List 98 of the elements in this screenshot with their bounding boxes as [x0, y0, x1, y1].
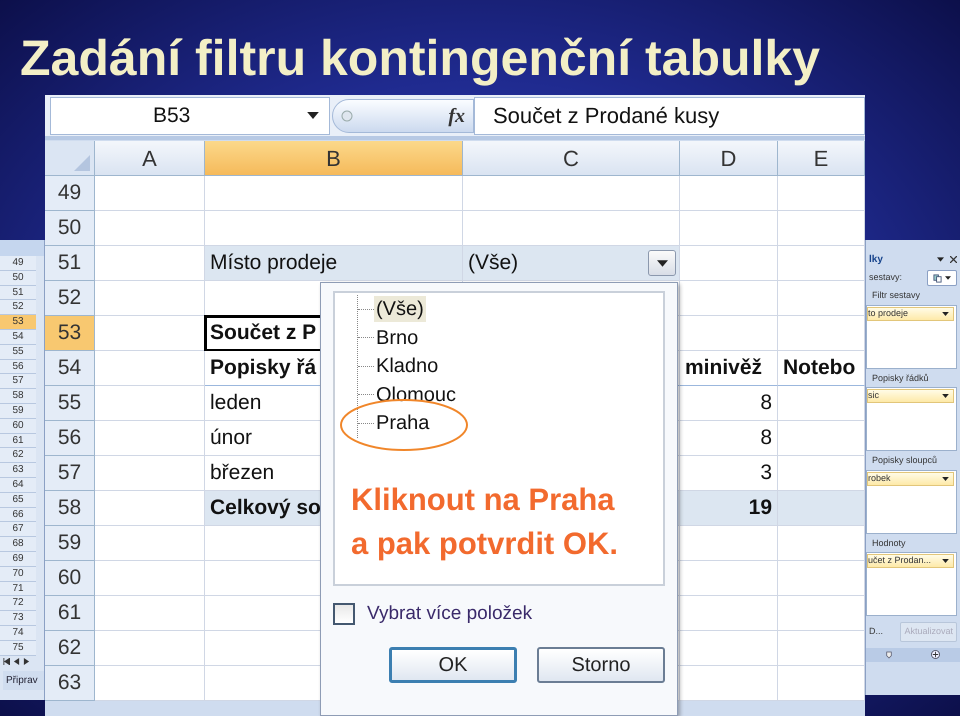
defer-label: D...	[869, 625, 884, 638]
row-number: 52	[0, 300, 36, 316]
previous-sheet-icon[interactable]	[13, 658, 20, 665]
table-cell: Notebo	[778, 351, 865, 386]
checkbox[interactable]	[333, 603, 355, 626]
caret-icon	[945, 276, 951, 280]
field-dropdown[interactable]: robek	[867, 472, 954, 486]
row-number: 72	[0, 596, 36, 612]
row-number: 56	[45, 421, 95, 456]
row-number: 53	[0, 315, 36, 330]
row-number: 58	[0, 389, 36, 404]
zoom-slider-icon[interactable]	[886, 650, 892, 658]
area-label: Popisky řádků	[871, 372, 930, 385]
row-number: 53	[45, 316, 95, 351]
insert-function-button[interactable]: fx	[448, 100, 465, 130]
row-number: 73	[0, 611, 36, 626]
next-sheet-icon[interactable]	[23, 658, 30, 665]
filter-list-item[interactable]: Brno	[374, 324, 420, 351]
area-label: Filtr sestavy	[871, 289, 922, 302]
row-number: 75	[0, 640, 36, 656]
row-number: 55	[0, 344, 36, 360]
caret-icon	[942, 476, 949, 480]
field-dropdown[interactable]: učet z Prodan...	[867, 554, 954, 568]
row-number: 62	[45, 631, 95, 666]
filter-list-item[interactable]: Kladno	[374, 353, 440, 380]
filter-list-item[interactable]: (Vše)	[374, 296, 426, 322]
area-label: Popisky sloupců	[871, 454, 938, 467]
sheet-tab[interactable]: Připrav	[3, 670, 44, 690]
filter-dropdown-button[interactable]	[648, 250, 676, 276]
caret-icon	[942, 394, 949, 398]
table-cell: 3	[680, 456, 778, 491]
table-cell: 8	[680, 421, 778, 456]
panel-title: lky	[869, 252, 883, 266]
row-number: 49	[45, 176, 95, 211]
checkbox-label: Vybrat více položek	[367, 602, 532, 626]
row-number: 69	[0, 552, 36, 567]
dialog-button[interactable]: Storno	[537, 646, 665, 682]
row-number: 74	[0, 626, 36, 641]
table-cell: Místo prodeje	[205, 246, 463, 281]
row-number: 50	[45, 211, 95, 246]
row-number: 57	[0, 374, 36, 390]
layout-label: sestavy:	[869, 271, 902, 284]
row-number: 49	[0, 256, 36, 271]
column-header-strip	[0, 240, 44, 256]
dialog-button[interactable]: OK	[389, 646, 517, 682]
table-cell: 19	[680, 491, 778, 526]
row-number: 60	[45, 561, 95, 596]
column-header[interactable]: D	[680, 141, 778, 176]
area-label: Hodnoty	[871, 536, 907, 550]
column-header[interactable]: E	[778, 141, 865, 176]
row-number: 70	[0, 566, 36, 582]
row-number: 66	[0, 508, 36, 522]
row-number: 59	[0, 404, 36, 419]
table-cell: minivěž	[680, 351, 778, 386]
caret-icon	[656, 260, 668, 266]
row-number: 58	[45, 491, 95, 526]
field-dropdown[interactable]: sic	[867, 389, 954, 403]
layout-button[interactable]	[927, 270, 957, 286]
caret-icon	[942, 559, 949, 563]
column-header[interactable]: B	[205, 141, 463, 176]
handle-icon[interactable]	[341, 110, 353, 122]
close-icon[interactable]	[950, 256, 957, 262]
formula-field[interactable]: Součet z Prodané kusy	[474, 96, 865, 134]
field-dropdown[interactable]: to prodeje	[867, 306, 954, 320]
panel-menu-icon	[937, 256, 944, 262]
caret-icon	[942, 312, 949, 316]
row-number: 52	[45, 281, 95, 316]
triangle-icon	[74, 155, 90, 171]
row-number: 67	[0, 522, 36, 538]
row-number: 59	[45, 526, 95, 561]
row-number: 51	[45, 246, 95, 281]
row-number: 65	[0, 492, 36, 508]
row-number: 50	[0, 270, 36, 286]
row-number: 63	[0, 463, 36, 478]
row-number: 57	[45, 456, 95, 491]
row-number: 60	[0, 418, 36, 434]
slide-title: Zadání filtru kontingenční tabulky	[20, 29, 820, 88]
row-number: 56	[0, 360, 36, 374]
caret-icon	[307, 112, 319, 119]
table-cell: (Vše)	[463, 246, 680, 281]
column-header[interactable]: C	[463, 141, 680, 176]
row-number: 71	[0, 582, 36, 596]
row-number: 64	[0, 478, 36, 493]
row-number: 54	[45, 351, 95, 386]
first-sheet-icon[interactable]	[3, 658, 10, 665]
column-header[interactable]: A	[95, 141, 205, 176]
row-number: 63	[45, 666, 95, 701]
table-cell: 8	[680, 386, 778, 421]
row-number: 51	[0, 286, 36, 300]
name-box[interactable]: B53	[50, 96, 330, 134]
row-number: 62	[0, 448, 36, 464]
row-number: 54	[0, 330, 36, 345]
layout-icon	[933, 274, 942, 282]
zoom-in-icon[interactable]	[931, 650, 940, 659]
row-number: 61	[0, 434, 36, 448]
row-number: 55	[45, 386, 95, 421]
row-number: 68	[0, 537, 36, 552]
row-number: 61	[45, 596, 95, 631]
